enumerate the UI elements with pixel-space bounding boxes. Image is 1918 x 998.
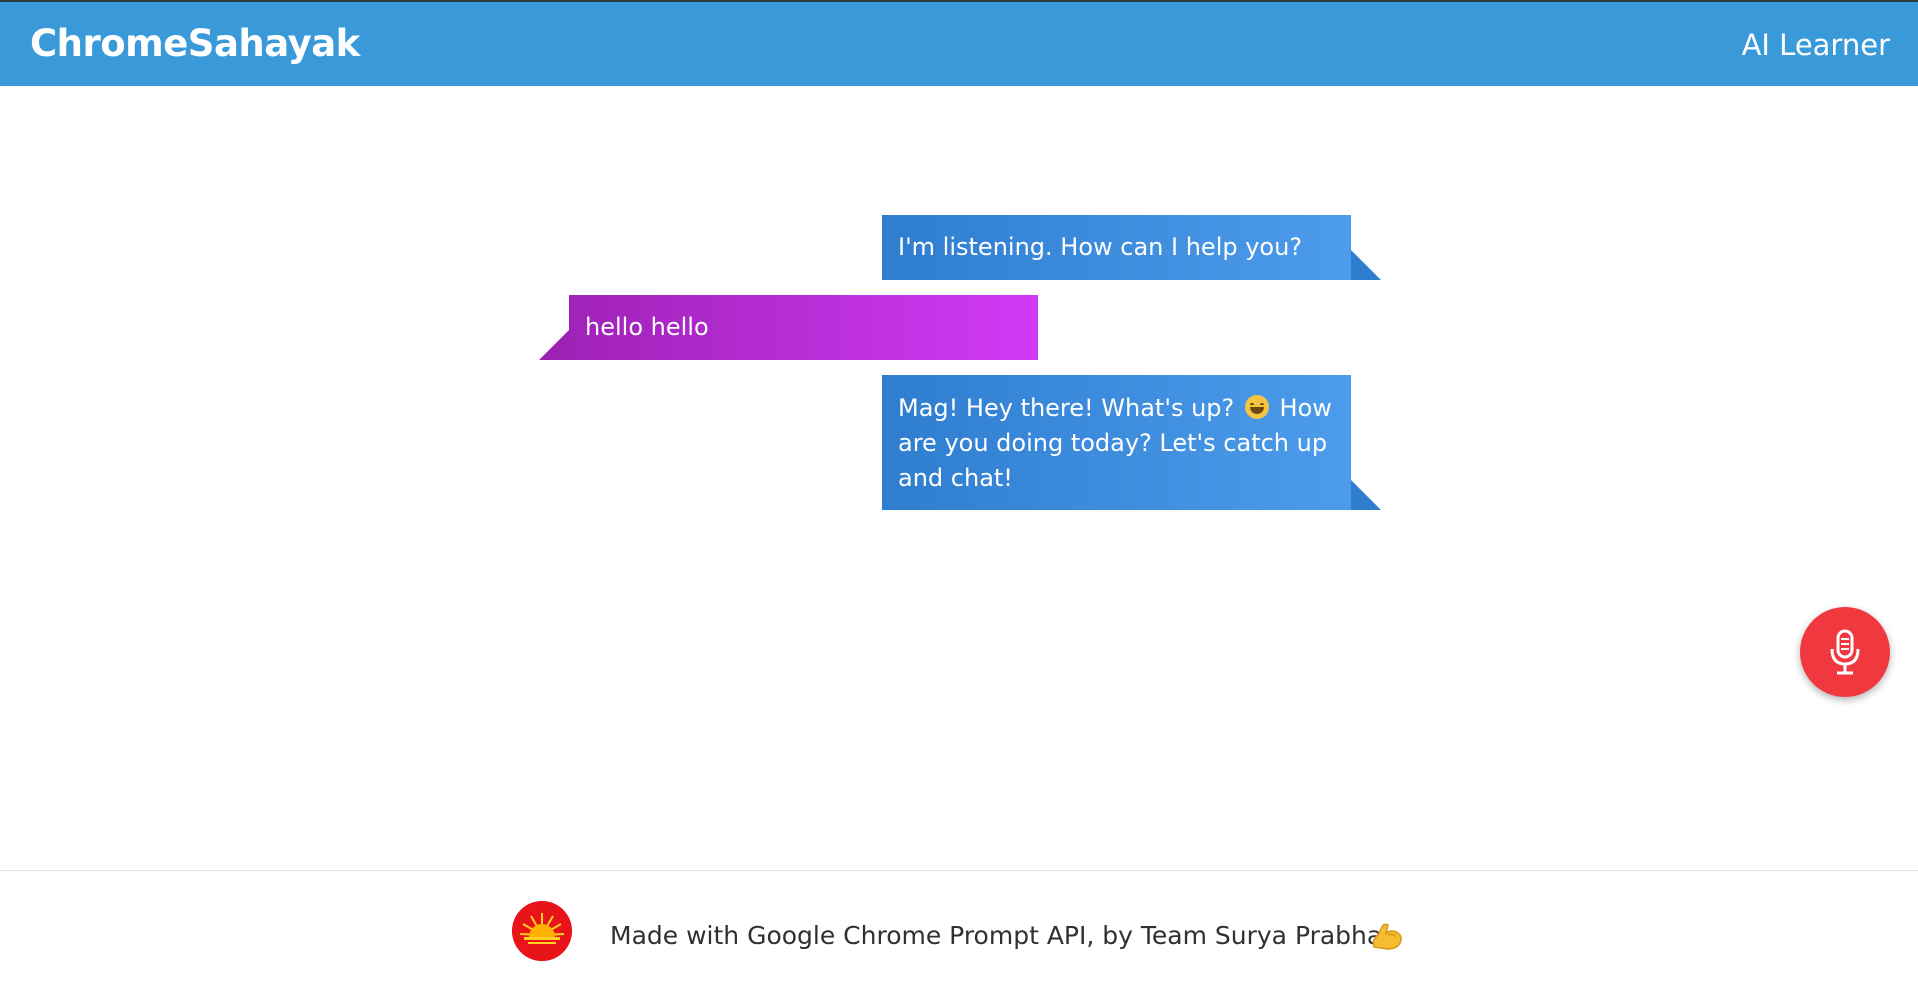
- brand-title[interactable]: ChromeSahayak: [30, 22, 360, 65]
- assistant-message: Mag! Hey there! What's up? How are you d…: [882, 375, 1351, 510]
- footer-credit-text: Made with Google Chrome Prompt API, by T…: [610, 921, 1383, 950]
- assistant-message: I'm listening. How can I help you?: [882, 215, 1351, 280]
- user-message: hello hello: [569, 295, 1038, 360]
- message-text: Mag! Hey there! What's up?: [898, 394, 1235, 422]
- message-text: I'm listening. How can I help you?: [898, 233, 1303, 261]
- microphone-button[interactable]: [1800, 607, 1890, 697]
- app-header: ChromeSahayak AI Learner: [0, 2, 1918, 86]
- sun-logo-icon: [512, 901, 572, 961]
- message-text: hello hello: [585, 313, 709, 341]
- bubble-tail: [1351, 480, 1381, 510]
- flexed-biceps-icon: [1372, 923, 1402, 950]
- bubble-tail: [1351, 250, 1381, 280]
- microphone-icon: [1830, 629, 1860, 675]
- page-footer: Made with Google Chrome Prompt API, by T…: [0, 870, 1918, 998]
- header-mode-label[interactable]: AI Learner: [1742, 28, 1890, 62]
- grinning-face-icon: [1244, 395, 1269, 419]
- bubble-tail: [539, 330, 569, 360]
